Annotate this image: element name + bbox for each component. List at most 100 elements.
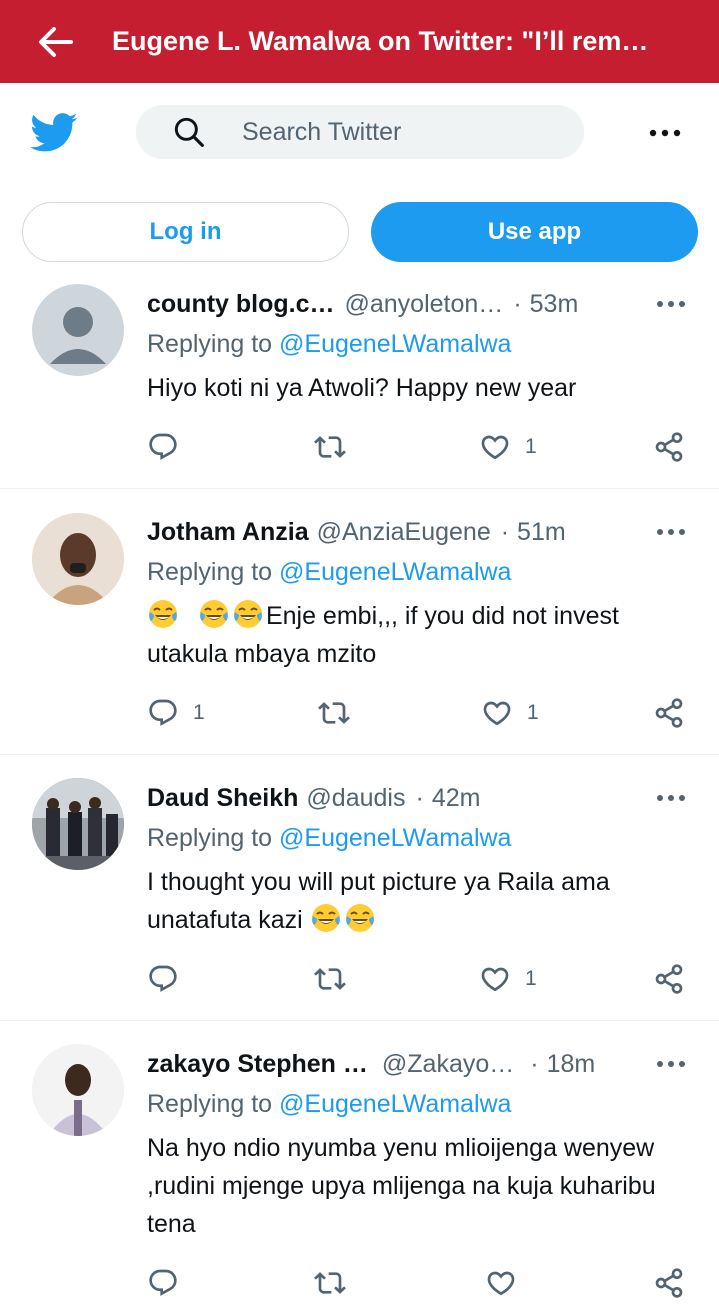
tears-of-joy-emoji-icon [310, 902, 342, 934]
more-icon[interactable] [655, 299, 687, 309]
timestamp[interactable]: 18m [547, 1050, 596, 1079]
like-count: 1 [525, 435, 537, 458]
user-photo [32, 1044, 124, 1136]
tears-of-joy-emoji-icon [232, 598, 264, 630]
retweet-icon [318, 697, 350, 729]
display-name[interactable]: zakayo Stephen … [147, 1050, 368, 1079]
retweet-button[interactable] [314, 427, 346, 467]
reply-button[interactable]: 1 [147, 693, 205, 733]
tweet-header: Daud Sheikh @daudis · 42m [147, 781, 480, 815]
display-name[interactable]: Jotham Anzia [147, 518, 309, 547]
share-button[interactable] [653, 1263, 685, 1303]
user-handle[interactable]: @AnziaEugene [317, 518, 491, 547]
share-icon [653, 1267, 685, 1299]
retweet-button[interactable] [318, 693, 350, 733]
tweet-actions: 1 [0, 959, 719, 999]
tweet-text: Hiyo koti ni ya Atwoli? Happy new year [147, 374, 577, 402]
twitter-bird-icon[interactable] [30, 113, 78, 153]
replying-to: Replying to @EugeneLWamalwa [147, 330, 511, 359]
display-name[interactable]: Daud Sheikh [147, 784, 298, 813]
user-handle[interactable]: @daudis [306, 784, 405, 813]
tweet-header: Jotham Anzia @AnziaEugene · 51m [147, 515, 566, 549]
replying-to-label: Replying to [147, 824, 273, 852]
login-button[interactable]: Log in [22, 202, 349, 262]
reply-button[interactable] [147, 427, 193, 467]
like-button[interactable] [485, 1263, 531, 1303]
search-placeholder: Search Twitter [242, 117, 402, 146]
more-icon[interactable] [655, 527, 687, 537]
retweet-button[interactable] [314, 1263, 346, 1303]
heart-icon [481, 697, 513, 729]
heart-icon [479, 431, 511, 463]
reply-button[interactable] [147, 1263, 193, 1303]
reply-button[interactable] [147, 959, 193, 999]
share-icon [653, 697, 685, 729]
heart-icon [479, 963, 511, 995]
avatar[interactable] [32, 1044, 124, 1136]
back-button[interactable] [0, 0, 112, 83]
reply-tweet[interactable]: Daud Sheikh @daudis · 42m Replying to @E… [0, 755, 719, 1021]
retweet-icon [314, 431, 346, 463]
tweet-text-line: unatafuta kazi [147, 906, 303, 934]
timestamp[interactable]: 53m [530, 290, 579, 319]
timestamp[interactable]: 51m [517, 518, 566, 547]
user-photo [32, 778, 124, 870]
avatar[interactable] [32, 513, 124, 605]
like-button[interactable]: 1 [479, 427, 537, 467]
more-options-icon[interactable] [646, 121, 684, 145]
tweet-text-line: I thought you will put picture ya Raila … [147, 868, 610, 896]
heart-icon [485, 1267, 517, 1299]
reply-tweet[interactable]: Jotham Anzia @AnziaEugene · 51m Replying… [0, 489, 719, 755]
user-photo [32, 513, 124, 605]
more-icon[interactable] [655, 793, 687, 803]
tweet-actions: 1 [0, 427, 719, 467]
replying-to-label: Replying to [147, 558, 273, 586]
mention-link[interactable]: @EugeneLWamalwa [279, 824, 511, 852]
user-handle[interactable]: @Zakayo… [382, 1050, 514, 1079]
mention-link[interactable]: @EugeneLWamalwa [279, 330, 511, 358]
tears-of-joy-emoji-icon [147, 598, 179, 630]
default-avatar-icon [50, 307, 106, 364]
avatar[interactable] [32, 284, 124, 376]
replying-to-label: Replying to [147, 330, 273, 358]
tears-of-joy-emoji-icon [344, 902, 376, 934]
tweet-text: Na hyo ndio nyumba yenu mlioijenga wenye… [147, 1134, 656, 1238]
separator-dot: · [415, 783, 424, 812]
mention-link[interactable]: @EugeneLWamalwa [279, 1090, 511, 1118]
page-title: Eugene L. Wamalwa on Twitter: "I’ll rem… [112, 26, 649, 56]
share-button[interactable] [653, 427, 685, 467]
retweet-icon [314, 1267, 346, 1299]
like-button[interactable]: 1 [479, 959, 537, 999]
display-name[interactable]: county blog.c… [147, 290, 335, 319]
reply-tweet[interactable]: county blog.c… @anyoleton… · 53m Replyin… [0, 262, 719, 489]
replying-to: Replying to @EugeneLWamalwa [147, 1090, 511, 1119]
share-button[interactable] [653, 693, 685, 733]
retweet-icon [314, 963, 346, 995]
reply-count: 1 [193, 701, 205, 724]
replying-to: Replying to @EugeneLWamalwa [147, 558, 511, 587]
separator-dot: · [500, 517, 510, 546]
share-button[interactable] [653, 959, 685, 999]
user-handle[interactable]: @anyoleton… [345, 290, 504, 319]
use-app-button[interactable]: Use app [371, 202, 698, 262]
more-icon[interactable] [655, 1059, 687, 1069]
reply-tweet[interactable]: zakayo Stephen … @Zakayo… · 18m Replying… [0, 1021, 719, 1308]
reply-icon [147, 697, 179, 729]
search-input[interactable]: Search Twitter [136, 105, 584, 159]
reply-icon [147, 1267, 179, 1299]
tweet-header: county blog.c… @anyoleton… · 53m [147, 287, 578, 321]
avatar[interactable] [32, 778, 124, 870]
separator-dot: · [513, 289, 522, 318]
replying-to-label: Replying to [147, 1090, 273, 1118]
like-button[interactable]: 1 [481, 693, 539, 733]
tweet-actions [0, 1263, 719, 1303]
like-count: 1 [525, 967, 537, 990]
mention-link[interactable]: @EugeneLWamalwa [279, 558, 511, 586]
tweet-text: I thought you will put picture ya Raila … [147, 863, 692, 939]
tweet-header: zakayo Stephen … @Zakayo… · 18m [147, 1047, 595, 1081]
reply-icon [147, 963, 179, 995]
top-app-bar: Eugene L. Wamalwa on Twitter: "I’ll rem… [0, 0, 719, 83]
timestamp[interactable]: 42m [432, 784, 481, 813]
replying-to: Replying to @EugeneLWamalwa [147, 824, 511, 853]
retweet-button[interactable] [314, 959, 346, 999]
